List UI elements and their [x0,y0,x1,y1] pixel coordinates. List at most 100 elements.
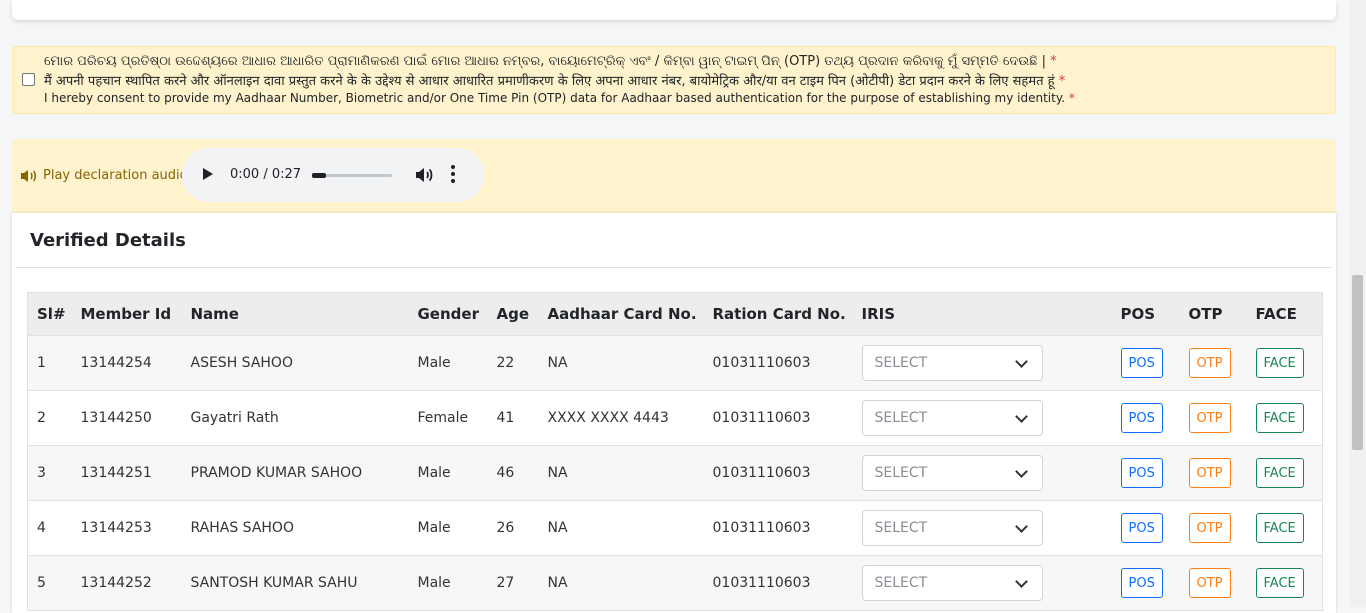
iris-select[interactable]: SELECT [861,565,1043,601]
col-pos: POS [1111,292,1180,336]
face-button[interactable]: FACE [1255,348,1304,378]
iris-select[interactable]: SELECT [861,510,1043,546]
pos-button[interactable]: POS [1120,348,1163,378]
face-button[interactable]: FACE [1255,568,1304,598]
scrollbar[interactable] [1349,0,1366,607]
face-button[interactable]: FACE [1255,513,1304,543]
pos-button[interactable]: POS [1120,568,1163,598]
otp-button[interactable]: OTP [1188,458,1231,488]
col-iris: IRIS [852,292,1112,336]
iris-select-value: SELECT [874,520,928,536]
cell-name: ASESH SAHOO [181,335,409,391]
declaration-audio-box: Play declaration audio. 0:00 / 0:27 [12,139,1336,215]
table-header-row: Sl# Member Id Name Gender Age Aadhaar Ca… [27,292,1323,336]
iris-select[interactable]: SELECT [861,400,1043,436]
audio-progress-thumb[interactable] [312,173,326,178]
cell-iris: SELECT [852,500,1112,556]
cell-face: FACE [1246,390,1323,446]
table-row: 4 13144253 RAHAS SAHOO Male 26 NA 01031110603 S… [27,500,1323,556]
col-aadhaar: Aadhaar Card No. [538,292,704,336]
pos-button[interactable]: POS [1120,458,1163,488]
cell-name: Gayatri Rath [181,390,409,446]
top-card [12,0,1336,20]
iris-select-value: SELECT [874,355,928,371]
cell-member-id: 13144253 [71,500,182,556]
cell-face: FACE [1246,500,1323,556]
cell-face: FACE [1246,555,1323,611]
cell-age: 41 [487,390,539,446]
iris-select-value: SELECT [874,465,928,481]
verified-details-card: Verified Details Sl# Member Id Name Gend… [12,213,1336,613]
cell-name: SANTOSH KUMAR SAHU [181,555,409,611]
otp-button[interactable]: OTP [1188,403,1231,433]
required-mark: * [1068,91,1075,105]
audio-player[interactable]: 0:00 / 0:27 [182,148,484,202]
speaker-icon [21,170,37,182]
cell-iris: SELECT [852,555,1112,611]
chevron-down-icon [1014,575,1028,588]
cell-member-id: 13144252 [71,555,182,611]
iris-select[interactable]: SELECT [861,345,1043,381]
col-age: Age [487,292,539,336]
cell-otp: OTP [1179,445,1247,501]
consent-checkbox[interactable] [22,73,35,86]
pos-button[interactable]: POS [1120,403,1163,433]
face-button[interactable]: FACE [1255,403,1304,433]
cell-sl: 3 [27,445,72,501]
cell-aadhaar: NA [538,555,704,611]
more-options-icon[interactable] [450,165,456,185]
required-mark: * [1058,74,1066,89]
consent-text-english: I hereby consent to provide my Aadhaar N… [44,91,1075,105]
cell-name: RAHAS SAHOO [181,500,409,556]
cell-sl: 5 [27,555,72,611]
scrollbar-thumb[interactable] [1352,275,1363,450]
cell-pos: POS [1111,335,1180,391]
chevron-down-icon [1014,465,1028,478]
divider [16,267,1332,268]
consent-box: ମୋର ପରିଚୟ ପ୍ରତିଷ୍ଠା ଉଦ୍ଦେଶ୍ୟରେ ଆଧାର ଆଧାର… [12,46,1336,114]
audio-progress-bar[interactable] [312,173,392,178]
chevron-down-icon [1014,520,1028,533]
otp-button[interactable]: OTP [1188,513,1231,543]
col-ration: Ration Card No. [703,292,853,336]
iris-select-value: SELECT [874,410,928,426]
verified-details-title: Verified Details [30,230,186,251]
cell-ration: 01031110603 [703,335,853,391]
iris-select[interactable]: SELECT [861,455,1043,491]
cell-otp: OTP [1179,335,1247,391]
consent-text-odia: ମୋର ପରିଚୟ ପ୍ରତିଷ୍ଠା ଉଦ୍ଦେଶ୍ୟରେ ଆଧାର ଆଧାର… [44,54,1057,69]
face-button[interactable]: FACE [1255,458,1304,488]
cell-aadhaar: NA [538,335,704,391]
audio-label: Play declaration audio. [43,168,192,183]
otp-button[interactable]: OTP [1188,348,1231,378]
cell-aadhaar: XXXX XXXX 4443 [538,390,704,446]
table-row: 5 13144252 SANTOSH KUMAR SAHU Male 27 NA 01031… [27,555,1323,611]
cell-gender: Male [408,445,488,501]
cell-aadhaar: NA [538,500,704,556]
cell-iris: SELECT [852,335,1112,391]
cell-member-id: 13144254 [71,335,182,391]
cell-sl: 4 [27,500,72,556]
pos-button[interactable]: POS [1120,513,1163,543]
cell-face: FACE [1246,335,1323,391]
col-otp: OTP [1179,292,1247,336]
cell-sl: 2 [27,390,72,446]
chevron-down-icon [1014,410,1028,423]
cell-age: 46 [487,445,539,501]
cell-name: PRAMOD KUMAR SAHOO [181,445,409,501]
cell-gender: Female [408,390,488,446]
cell-pos: POS [1111,445,1180,501]
play-icon[interactable] [203,168,213,180]
cell-iris: SELECT [852,390,1112,446]
cell-gender: Male [408,500,488,556]
cell-otp: OTP [1179,390,1247,446]
table-row: 3 13144251 PRAMOD KUMAR SAHOO Male 46 NA 01031… [27,445,1323,501]
col-sl: Sl# [27,292,72,336]
members-table: Sl# Member Id Name Gender Age Aadhaar Ca… [27,292,1323,611]
cell-member-id: 13144251 [71,445,182,501]
cell-otp: OTP [1179,500,1247,556]
iris-select-value: SELECT [874,575,928,591]
otp-button[interactable]: OTP [1188,568,1231,598]
volume-icon[interactable] [414,166,434,184]
chevron-down-icon [1014,355,1028,368]
